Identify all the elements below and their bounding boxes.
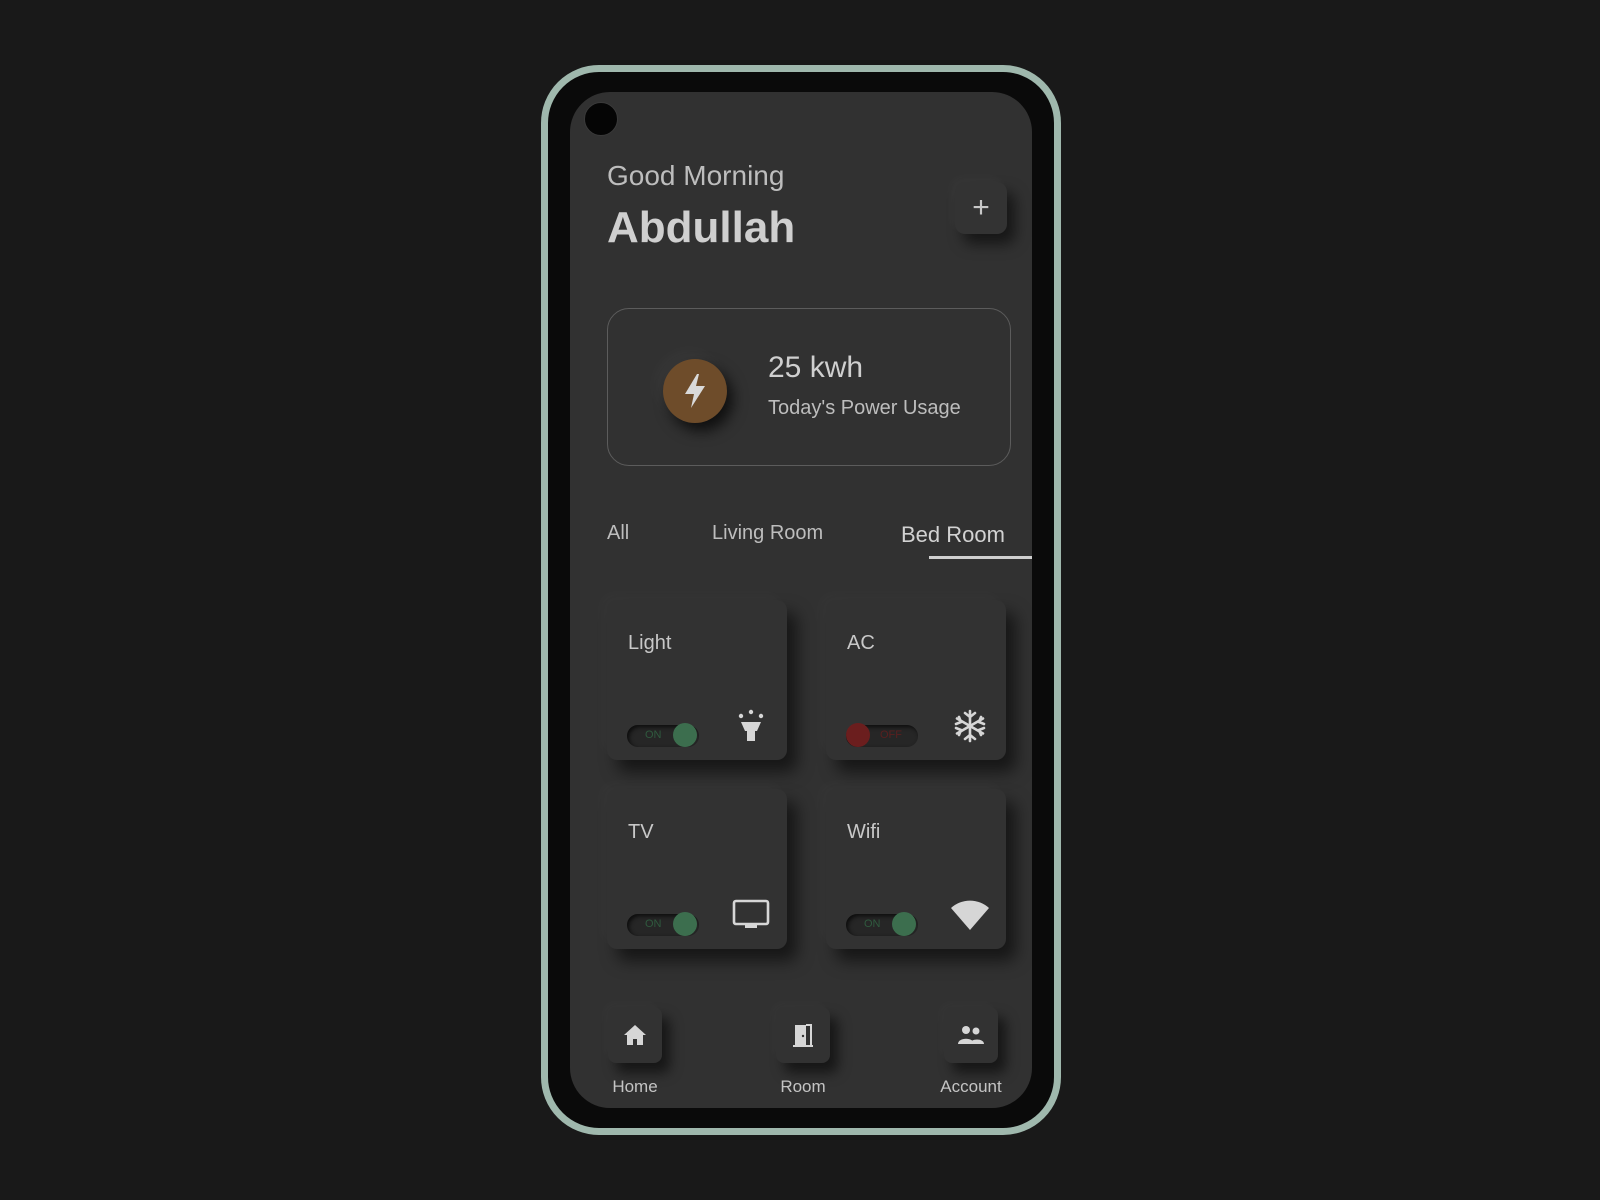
nav-label: Account xyxy=(940,1077,1002,1096)
nav-room-button[interactable] xyxy=(776,1007,830,1063)
tv-toggle[interactable]: ON xyxy=(627,912,699,936)
home-icon xyxy=(624,1025,646,1045)
device-card-light[interactable]: Light ON xyxy=(607,600,787,760)
nav-home-button[interactable] xyxy=(608,1007,662,1063)
wifi-toggle[interactable]: ON xyxy=(846,912,918,936)
app-screen: Good Morning Abdullah + 25 kwh Today's P… xyxy=(570,92,1032,1108)
wifi-icon xyxy=(950,895,990,935)
toggle-knob xyxy=(673,723,697,747)
door-icon xyxy=(793,1024,813,1047)
power-usage-value: 25 kwh xyxy=(768,351,864,384)
toggle-state: ON xyxy=(645,918,662,930)
lamp-icon xyxy=(731,706,771,746)
add-device-button[interactable]: + xyxy=(955,182,1007,234)
tab-living-room[interactable]: Living Room xyxy=(712,522,823,545)
device-card-tv[interactable]: TV ON xyxy=(607,789,787,949)
toggle-state: OFF xyxy=(880,729,902,741)
toggle-state: ON xyxy=(645,729,662,741)
toggle-state: ON xyxy=(864,918,881,930)
nav-home[interactable]: Home xyxy=(590,1007,680,1097)
front-camera xyxy=(584,102,618,136)
device-card-wifi[interactable]: Wifi ON xyxy=(826,789,1006,949)
snowflake-icon xyxy=(950,706,990,746)
power-icon-badge xyxy=(663,359,727,423)
nav-room[interactable]: Room xyxy=(758,1007,848,1097)
light-toggle[interactable]: ON xyxy=(627,723,699,747)
device-name: TV xyxy=(628,821,654,843)
nav-label: Room xyxy=(780,1077,826,1096)
device-name: Light xyxy=(628,632,672,654)
ac-toggle[interactable]: OFF xyxy=(846,723,918,747)
toggle-knob xyxy=(846,723,870,747)
plus-icon: + xyxy=(972,191,990,224)
nav-label: Home xyxy=(612,1077,658,1096)
tab-all[interactable]: All xyxy=(607,522,629,545)
power-usage-card: 25 kwh Today's Power Usage xyxy=(607,308,1011,466)
device-name: AC xyxy=(847,632,875,654)
nav-account-button[interactable] xyxy=(944,1007,998,1063)
room-tabs: All Living Room Bed Room xyxy=(607,522,1032,562)
bottom-nav: Home Room Account xyxy=(570,1007,1032,1107)
tv-icon xyxy=(731,895,771,935)
nav-account[interactable]: Account xyxy=(926,1007,1016,1097)
active-tab-indicator xyxy=(929,556,1032,559)
toggle-knob xyxy=(673,912,697,936)
device-name: Wifi xyxy=(847,821,881,843)
lightning-bolt-icon xyxy=(685,374,705,408)
phone-frame: Good Morning Abdullah + 25 kwh Today's P… xyxy=(541,65,1061,1135)
people-icon xyxy=(958,1026,984,1044)
greeting-text: Good Morning xyxy=(607,160,785,191)
device-card-ac[interactable]: AC OFF xyxy=(826,600,1006,760)
power-usage-label: Today's Power Usage xyxy=(768,397,961,419)
tab-bed-room[interactable]: Bed Room xyxy=(901,522,1005,548)
user-name: Abdullah xyxy=(607,203,796,252)
toggle-knob xyxy=(892,912,916,936)
